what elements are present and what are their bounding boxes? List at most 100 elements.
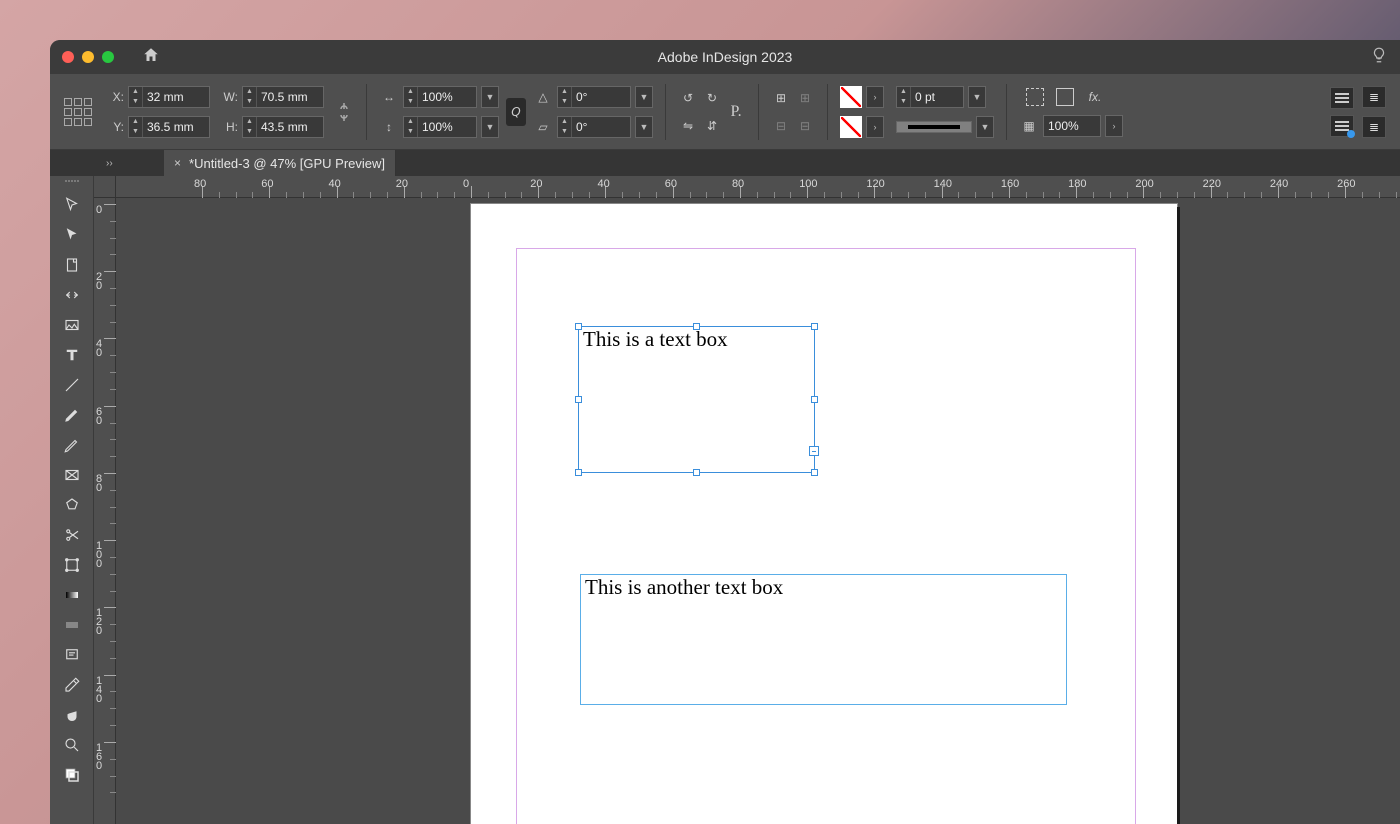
rotate-input[interactable]: ▲▼ 0°	[557, 86, 631, 108]
fill-stroke-toggle-icon[interactable]	[53, 760, 91, 790]
handle-mid-left[interactable]	[575, 396, 582, 403]
paragraph-panel-icon[interactable]	[1330, 87, 1354, 109]
panel-menu-a-icon[interactable]: ≣	[1362, 86, 1386, 108]
corner-options-icon[interactable]	[1025, 87, 1045, 107]
scale-x-dropdown[interactable]: ▼	[481, 86, 499, 108]
pencil-tool-icon[interactable]	[53, 430, 91, 460]
text-frame-2-content: This is another text box	[585, 575, 783, 599]
flip-v-icon[interactable]: ⇵	[702, 116, 722, 136]
opacity-dropdown[interactable]: ›	[1105, 115, 1123, 137]
control-bar: X: ▲▼ 32 mm W: ▲▼ 70.5 mm Y: ▲▼ 36.5 mm	[50, 74, 1400, 150]
h-input[interactable]: ▲▼ 43.5 mm	[242, 116, 324, 138]
text-outport-icon[interactable]	[809, 446, 819, 456]
note-tool-icon[interactable]	[53, 640, 91, 670]
scale-x-icon: ↔	[379, 87, 399, 107]
zoom-tool-icon[interactable]	[53, 730, 91, 760]
transform-group: X: ▲▼ 32 mm W: ▲▼ 70.5 mm Y: ▲▼ 36.5 mm	[106, 86, 324, 138]
constrain-link-icon[interactable]	[334, 102, 354, 122]
scale-x-input[interactable]: ▲▼ 100%	[403, 86, 477, 108]
handle-bottom-mid[interactable]	[693, 469, 700, 476]
gradient-tool-icon[interactable]	[53, 580, 91, 610]
pen-tool-icon[interactable]	[53, 400, 91, 430]
opacity-input[interactable]: 100%	[1043, 115, 1101, 137]
character-panel-icon[interactable]	[1330, 115, 1354, 137]
text-frame-2[interactable]: This is another text box	[580, 574, 1067, 705]
reference-point-grid[interactable]	[64, 98, 92, 126]
shear-input[interactable]: ▲▼ 0°	[557, 116, 631, 138]
effects-icon[interactable]: fx.	[1085, 87, 1105, 107]
direct-selection-tool-icon[interactable]	[53, 220, 91, 250]
content-collector-tool-icon[interactable]	[53, 310, 91, 340]
polygon-tool-icon[interactable]	[53, 490, 91, 520]
home-icon[interactable]	[142, 46, 160, 69]
h-label: H:	[220, 120, 238, 134]
rotate-dropdown[interactable]: ▼	[635, 86, 653, 108]
ruler-h-label: 100	[799, 178, 817, 190]
minimize-window-button[interactable]	[82, 51, 94, 63]
y-input[interactable]: ▲▼ 36.5 mm	[128, 116, 210, 138]
document-tab[interactable]: × *Untitled-3 @ 47% [GPU Preview]	[164, 150, 396, 176]
panel-menu-b-icon[interactable]: ≣	[1362, 116, 1386, 138]
eyedropper-tool-icon[interactable]	[53, 670, 91, 700]
ruler-v-label: 80	[96, 475, 102, 493]
handle-bottom-left[interactable]	[575, 469, 582, 476]
stroke-weight-dropdown[interactable]: ▼	[968, 86, 986, 108]
gradient-feather-tool-icon[interactable]	[53, 610, 91, 640]
hand-tool-icon[interactable]	[53, 700, 91, 730]
tool-panel	[50, 176, 94, 824]
rectangle-frame-tool-icon[interactable]	[53, 460, 91, 490]
vertical-ruler[interactable]: 020406080100120140160	[94, 198, 116, 824]
fill-swatch[interactable]	[840, 86, 862, 108]
frame-fit-icon[interactable]	[1055, 87, 1075, 107]
link-attachment-icon[interactable]: 𝘘	[506, 98, 526, 126]
discover-icon[interactable]	[1370, 46, 1388, 69]
selection-tool-icon[interactable]	[53, 190, 91, 220]
align-key-icon[interactable]: ⊞	[795, 88, 815, 108]
tab-close-icon[interactable]: ×	[174, 156, 181, 170]
distribute-v-icon[interactable]: ⊟	[795, 116, 815, 136]
close-window-button[interactable]	[62, 51, 74, 63]
handle-bottom-right[interactable]	[811, 469, 818, 476]
ruler-v-label: 160	[96, 744, 102, 771]
handle-top-mid[interactable]	[693, 323, 700, 330]
handle-mid-right[interactable]	[811, 396, 818, 403]
canvas-area[interactable]: This is a text box This is another text …	[116, 198, 1400, 824]
w-input[interactable]: ▲▼ 70.5 mm	[242, 86, 324, 108]
scale-y-input[interactable]: ▲▼ 100%	[403, 116, 477, 138]
gap-tool-icon[interactable]	[53, 280, 91, 310]
horizontal-ruler[interactable]: 8060402002040608010012014016018020022024…	[94, 176, 1400, 198]
text-frame-selected[interactable]: This is a text box	[578, 326, 815, 473]
x-input[interactable]: ▲▼ 32 mm	[128, 86, 210, 108]
page-tool-icon[interactable]	[53, 250, 91, 280]
page: This is a text box This is another text …	[471, 204, 1177, 824]
stroke-dropdown[interactable]: ›	[866, 116, 884, 138]
rotate-icon: △	[533, 87, 553, 107]
ruler-v-label: 0	[96, 206, 102, 215]
x-label: X:	[106, 90, 124, 104]
flip-h-icon[interactable]: ⇋	[678, 116, 698, 136]
distribute-h-icon[interactable]: ⊟	[771, 116, 791, 136]
scale-y-dropdown[interactable]: ▼	[481, 116, 499, 138]
w-label: W:	[220, 90, 238, 104]
fill-dropdown[interactable]: ›	[866, 86, 884, 108]
line-tool-icon[interactable]	[53, 370, 91, 400]
zoom-window-button[interactable]	[102, 51, 114, 63]
ruler-h-label: 200	[1135, 178, 1153, 190]
rotate-cw-icon[interactable]: ↻	[702, 88, 722, 108]
document-tabstrip: ›› × *Untitled-3 @ 47% [GPU Preview]	[50, 150, 1400, 176]
shear-dropdown[interactable]: ▼	[635, 116, 653, 138]
ruler-h-label: 80	[194, 178, 206, 190]
free-transform-tool-icon[interactable]	[53, 550, 91, 580]
window-title: Adobe InDesign 2023	[658, 49, 793, 65]
scissors-tool-icon[interactable]	[53, 520, 91, 550]
stroke-style-swatch[interactable]	[896, 121, 972, 133]
stroke-weight-input[interactable]: ▲▼ 0 pt	[896, 86, 964, 108]
type-tool-icon[interactable]	[53, 340, 91, 370]
handle-top-right[interactable]	[811, 323, 818, 330]
stroke-style-dropdown[interactable]: ▼	[976, 116, 994, 138]
handle-top-left[interactable]	[575, 323, 582, 330]
rotate-ccw-icon[interactable]: ↺	[678, 88, 698, 108]
stroke-swatch[interactable]	[840, 116, 862, 138]
ruler-h-label: 40	[329, 178, 341, 190]
align-selection-icon[interactable]: ⊞	[771, 88, 791, 108]
